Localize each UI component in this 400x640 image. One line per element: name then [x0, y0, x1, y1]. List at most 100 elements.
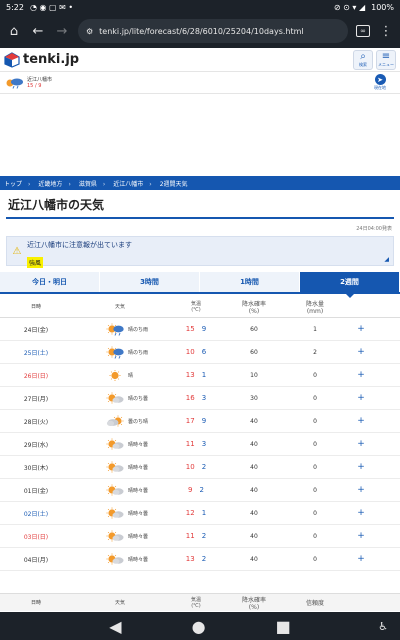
row-low-temp: 2 — [201, 555, 207, 563]
forward-icon[interactable]: → — [54, 23, 70, 39]
location-arrow-icon: ➤ — [374, 74, 386, 85]
row-high-temp: 10 — [185, 348, 195, 356]
site-header: tenki.jp ⌕ 検索 ≡ メニュー — [0, 48, 400, 72]
row-low-temp: 1 — [201, 509, 207, 517]
row-expand-button[interactable]: + — [346, 370, 376, 380]
row-expand-button[interactable]: + — [346, 347, 376, 357]
table-row: 27日(月) 晴のち曇 16 3 30 0 + — [0, 387, 400, 410]
row-high-temp: 11 — [185, 532, 195, 540]
row-weather: 晴のち雨 — [72, 346, 168, 359]
row-temps: 10 2 — [168, 463, 224, 471]
row-expand-button[interactable]: + — [346, 462, 376, 472]
tab-1hour[interactable]: 1時間 — [200, 272, 300, 292]
row-precip-amount: 0 — [313, 509, 317, 517]
home-icon[interactable]: ⌂ — [6, 23, 22, 39]
row-expand-button[interactable]: + — [346, 416, 376, 426]
row-precip-amount: 0 — [313, 394, 317, 402]
row-low-temp: 9 — [201, 325, 207, 333]
row-expand-button[interactable]: + — [346, 485, 376, 495]
row-precip-amount: 2 — [313, 348, 317, 356]
row-temps: 10 6 — [168, 348, 224, 356]
row-expand-button[interactable]: + — [346, 324, 376, 334]
breadcrumb: トップ › 近畿地方 › 滋賀県 › 近江八幡市 › 2週間天気 — [0, 176, 400, 190]
row-precip-prob: 40 — [250, 532, 258, 540]
row-high-temp: 13 — [185, 555, 195, 563]
tab-3hour[interactable]: 3時間 — [100, 272, 200, 292]
hamburger-icon: ≡ — [381, 50, 391, 62]
row-low-temp: 6 — [201, 348, 207, 356]
row-precip-prob: 40 — [250, 463, 258, 471]
browser-menu-icon[interactable]: ⋮ — [378, 23, 394, 39]
row-weather: 晴時々曇 — [72, 507, 168, 520]
tab-2week[interactable]: 2週間 — [300, 272, 400, 298]
site-logo[interactable]: tenki.jp — [4, 51, 79, 68]
nav-back-icon[interactable]: ◀ — [109, 617, 121, 636]
row-high-temp: 12 — [185, 509, 195, 517]
row-expand-button[interactable]: + — [346, 439, 376, 449]
row-low-temp: 2 — [201, 532, 207, 540]
row-high-temp: 10 — [185, 463, 195, 471]
warning-banner[interactable]: ⚠ 近江八幡市に注意報が出ています 強風 ◢ — [6, 236, 394, 268]
row-low-temp: 1 — [201, 371, 207, 379]
row-date: 26日(日) — [23, 372, 49, 380]
breadcrumb-kinki[interactable]: 近畿地方 › — [36, 179, 76, 188]
menu-button[interactable]: ≡ メニュー — [376, 49, 396, 70]
tab-switcher-button[interactable]: ∞ — [356, 25, 370, 37]
row-high-temp: 17 — [185, 417, 195, 425]
row-expand-button[interactable]: + — [346, 393, 376, 403]
table-row: 30日(木) 晴時々曇 10 2 40 0 + — [0, 456, 400, 479]
row-date: 04日(月) — [23, 556, 49, 564]
browser-toolbar: ⌂ ← → ⚙ tenki.jp/lite/forecast/6/28/6010… — [0, 14, 400, 48]
row-expand-button[interactable]: + — [346, 554, 376, 564]
row-expand-button[interactable]: + — [346, 508, 376, 518]
table-row: 04日(月) 晴時々曇 13 2 40 0 + — [0, 548, 400, 571]
sun-icon — [109, 369, 121, 381]
row-precip-amount: 0 — [313, 486, 317, 494]
breadcrumb-top[interactable]: トップ › — [2, 179, 36, 188]
site-info-icon[interactable]: ⚙ — [86, 27, 93, 36]
search-button[interactable]: ⌕ 検索 — [353, 49, 373, 70]
address-bar[interactable]: ⚙ tenki.jp/lite/forecast/6/28/6010/25204… — [78, 19, 348, 43]
row-low-temp: 9 — [201, 417, 207, 425]
tab-today-tomorrow[interactable]: 今日・明日 — [0, 272, 100, 292]
accessibility-icon[interactable]: ♿ — [378, 620, 388, 633]
row-temps: 13 2 — [168, 555, 224, 563]
clock: 5:22 — [6, 2, 24, 12]
corner-arrow-icon: ◢ — [384, 256, 389, 263]
row-low-temp: 3 — [201, 440, 207, 448]
nav-home-icon[interactable]: ● — [192, 617, 206, 636]
saved-location[interactable]: 近江八幡市 15 / 9 — [4, 76, 52, 89]
table-row: 24日(金) 晴のち雨 15 9 60 1 + — [0, 318, 400, 341]
breadcrumb-shiga[interactable]: 滋賀県 › — [77, 179, 111, 188]
notification-icons: ◔ ◉ ▢ ✉ • — [29, 2, 74, 12]
row-weather: 晴のち雨 — [72, 323, 168, 336]
table-row: 02日(土) 晴時々曇 12 1 40 0 + — [0, 502, 400, 525]
sun-sometimes-cloud-icon — [106, 461, 124, 472]
location-subheader: 近江八幡市 15 / 9 ➤ 現在地 — [0, 72, 400, 94]
row-precip-prob: 40 — [250, 555, 258, 563]
cloud-then-sun-icon — [106, 415, 124, 426]
sun-sometimes-cloud-icon — [106, 438, 124, 449]
breadcrumb-city[interactable]: 近江八幡市 › — [111, 179, 157, 188]
row-precip-amount: 0 — [313, 463, 317, 471]
current-location-button[interactable]: ➤ 現在地 — [374, 74, 386, 91]
table-row: 29日(水) 晴時々曇 11 3 40 0 + — [0, 433, 400, 456]
nav-recents-icon[interactable]: ■ — [276, 617, 291, 636]
row-high-temp: 15 — [185, 325, 195, 333]
row-weather-label: 晴のち雨 — [128, 349, 149, 356]
back-icon[interactable]: ← — [30, 23, 46, 39]
row-precip-prob: 10 — [250, 371, 258, 379]
row-temps: 11 3 — [168, 440, 224, 448]
table-body: 24日(金) 晴のち雨 15 9 60 1 +25日(土) 晴のち雨 10 6 60 2 +26日(日)… — [0, 318, 400, 571]
warning-badge-strong-wind: 強風 — [27, 257, 44, 268]
row-weather-label: 晴のち雨 — [128, 326, 149, 333]
row-date: 24日(金) — [23, 326, 49, 334]
row-expand-button[interactable]: + — [346, 531, 376, 541]
table-row: 28日(火) 曇のち晴 17 9 40 0 + — [0, 410, 400, 433]
row-date: 02日(土) — [23, 510, 49, 518]
status-bar: 5:22 ◔ ◉ ▢ ✉ • ⊘ ⊙ ▾ ◢ 100% — [0, 0, 400, 14]
row-date: 30日(木) — [23, 464, 49, 472]
warning-icon: ⚠ — [12, 245, 22, 257]
row-weather-label: 晴時々曇 — [128, 556, 149, 563]
table-header: 日時 天気 気温 (℃) 降水確率 (%) 降水量 (mm) — [0, 296, 400, 318]
